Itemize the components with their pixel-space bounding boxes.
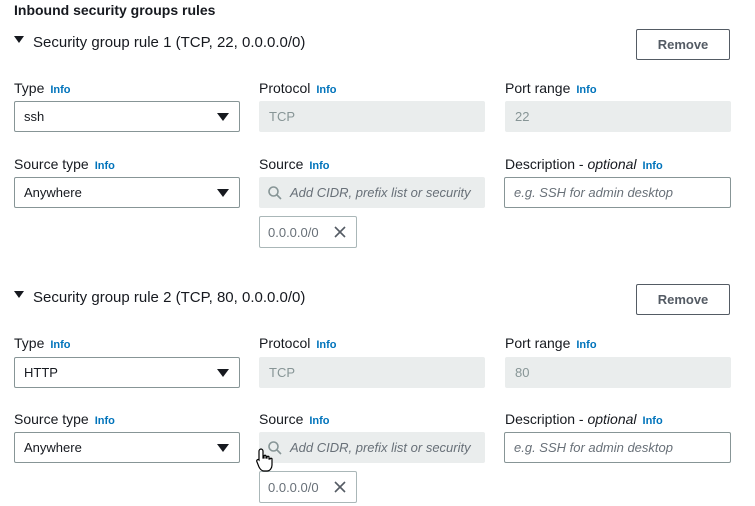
rule-title: Security group rule 1 (TCP, 22, 0.0.0.0/…: [33, 34, 306, 51]
info-link[interactable]: Info: [643, 415, 663, 427]
protocol-label: Protocol Info: [259, 80, 337, 96]
source-type-select[interactable]: Anywhere: [14, 177, 240, 208]
port-range-label-text: Port range: [505, 335, 571, 351]
caret-down-icon[interactable]: [14, 291, 24, 298]
port-range-label: Port range Info: [505, 80, 597, 96]
type-select[interactable]: HTTP: [14, 357, 240, 388]
info-link[interactable]: Info: [95, 415, 115, 427]
info-link[interactable]: Info: [316, 339, 336, 351]
source-type-label: Source type Info: [14, 156, 115, 172]
source-type-label-text: Source type: [14, 411, 89, 427]
port-range-value: 80: [515, 365, 530, 380]
source-label-text: Source: [259, 411, 304, 427]
source-search-input[interactable]: Add CIDR, prefix list or security: [259, 177, 485, 208]
protocol-label-text: Protocol: [259, 80, 311, 96]
type-label: Type Info: [14, 80, 71, 96]
type-label-text: Type: [14, 80, 45, 96]
description-label-text: Description -: [505, 156, 588, 172]
dropdown-arrow-icon: [217, 369, 229, 377]
type-value: ssh: [24, 109, 45, 124]
source-type-label-text: Source type: [14, 156, 89, 172]
protocol-label: Protocol Info: [259, 335, 337, 351]
source-type-select[interactable]: Anywhere: [14, 432, 240, 463]
description-input[interactable]: e.g. SSH for admin desktop: [504, 177, 731, 208]
port-range-label-text: Port range: [505, 80, 571, 96]
rule-1-header[interactable]: Security group rule 1 (TCP, 22, 0.0.0.0/…: [14, 34, 305, 51]
hand-pointer-icon: [256, 448, 273, 472]
source-type-value: Anywhere: [24, 185, 82, 200]
search-icon: [268, 185, 282, 200]
info-link[interactable]: Info: [316, 84, 336, 96]
token-value: 0.0.0.0/0: [268, 479, 319, 495]
info-link[interactable]: Info: [309, 160, 329, 172]
info-link[interactable]: Info: [50, 339, 70, 351]
type-label-text: Type: [14, 335, 45, 351]
dropdown-arrow-icon: [217, 113, 229, 121]
source-type-label: Source type Info: [14, 411, 115, 427]
remove-button[interactable]: Remove: [636, 284, 730, 315]
source-label: Source Info: [259, 411, 330, 427]
port-range-label: Port range Info: [505, 335, 597, 351]
rule-title: Security group rule 2 (TCP, 80, 0.0.0.0/…: [33, 289, 306, 306]
optional-text: optional: [587, 156, 637, 172]
description-placeholder: e.g. SSH for admin desktop: [514, 185, 673, 200]
section-title: Inbound security groups rules: [14, 2, 216, 18]
close-icon[interactable]: [333, 480, 347, 494]
optional-text: optional: [587, 411, 637, 427]
info-link[interactable]: Info: [95, 160, 115, 172]
port-range-field: 22: [505, 101, 731, 132]
protocol-field: TCP: [259, 357, 485, 388]
dropdown-arrow-icon: [217, 444, 229, 452]
info-link[interactable]: Info: [643, 160, 663, 172]
description-input[interactable]: e.g. SSH for admin desktop: [504, 432, 731, 463]
dropdown-arrow-icon: [217, 189, 229, 197]
cidr-token: 0.0.0.0/0: [259, 471, 357, 503]
remove-button[interactable]: Remove: [636, 29, 730, 60]
description-placeholder: e.g. SSH for admin desktop: [514, 440, 673, 455]
protocol-field: TCP: [259, 101, 485, 132]
cidr-token: 0.0.0.0/0: [259, 216, 357, 248]
type-value: HTTP: [24, 365, 58, 380]
type-label: Type Info: [14, 335, 71, 351]
protocol-value: TCP: [269, 365, 295, 380]
info-link[interactable]: Info: [576, 84, 596, 96]
description-label-text: Description -: [505, 411, 588, 427]
port-range-field: 80: [505, 357, 731, 388]
source-placeholder: Add CIDR, prefix list or security: [290, 440, 471, 455]
port-range-value: 22: [515, 109, 530, 124]
info-link[interactable]: Info: [50, 84, 70, 96]
protocol-value: TCP: [269, 109, 295, 124]
caret-down-icon[interactable]: [14, 36, 24, 43]
source-search-input[interactable]: Add CIDR, prefix list or security: [259, 432, 485, 463]
token-value: 0.0.0.0/0: [268, 224, 319, 240]
source-label: Source Info: [259, 156, 330, 172]
description-label: Description - optional Info: [505, 411, 663, 427]
info-link[interactable]: Info: [309, 415, 329, 427]
close-icon[interactable]: [333, 225, 347, 239]
info-link[interactable]: Info: [576, 339, 596, 351]
source-placeholder: Add CIDR, prefix list or security: [290, 185, 471, 200]
source-type-value: Anywhere: [24, 440, 82, 455]
rule-2-header[interactable]: Security group rule 2 (TCP, 80, 0.0.0.0/…: [14, 289, 305, 306]
type-select[interactable]: ssh: [14, 101, 240, 132]
description-label: Description - optional Info: [505, 156, 663, 172]
source-label-text: Source: [259, 156, 304, 172]
protocol-label-text: Protocol: [259, 335, 311, 351]
